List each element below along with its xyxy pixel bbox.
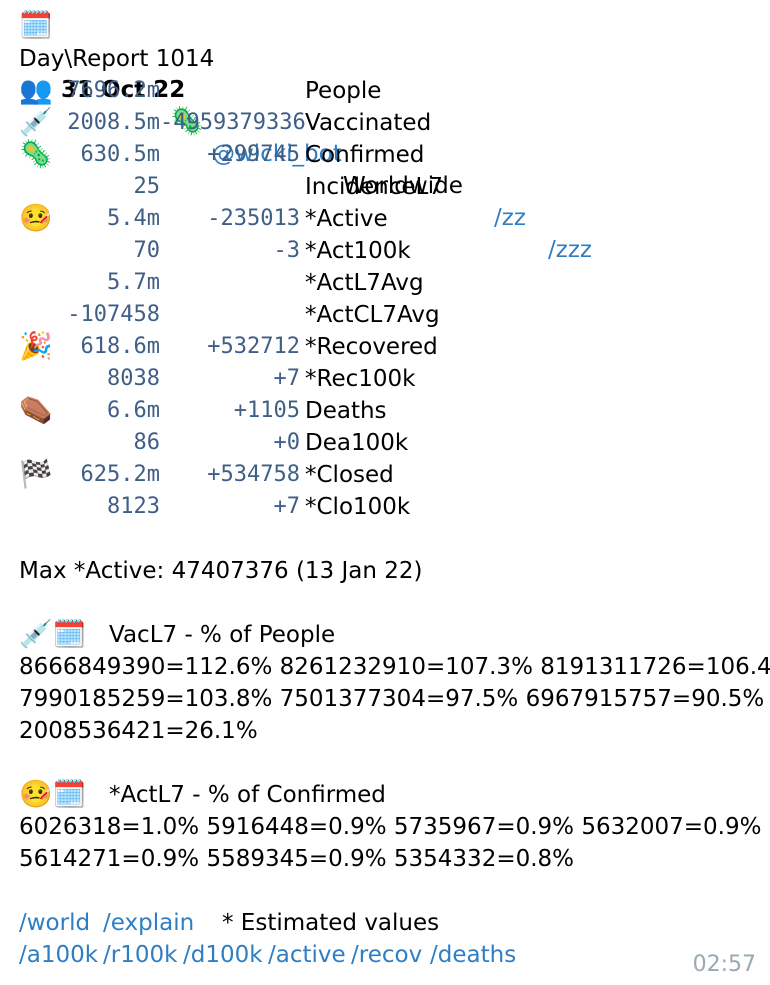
stat-total: 630.5m xyxy=(80,142,160,167)
stat-total: 625.2m xyxy=(80,462,160,487)
vac-line: 8666849390=112.6% 8261232910=107.3% 8191… xyxy=(19,654,770,680)
r100k-link[interactable]: /r100k xyxy=(103,939,177,971)
stat-row: -107458 *ActCL7Avg xyxy=(0,299,770,331)
stat-total: 8038 xyxy=(107,366,160,391)
vac-line: 7990185259=103.8% 7501377304=97.5% 69679… xyxy=(19,686,765,712)
estimated-note: * Estimated values xyxy=(222,910,440,936)
world-link[interactable]: /world xyxy=(19,907,90,939)
stat-row: 5.7m *ActL7Avg xyxy=(0,267,770,299)
recov-link[interactable]: /recov xyxy=(351,939,422,971)
stat-change: -235013 xyxy=(207,206,300,231)
stat-label: Deaths xyxy=(305,398,387,424)
stat-label: *Clo100k xyxy=(305,494,411,520)
stat-total: 5.7m xyxy=(107,270,160,295)
stat-total: 2008.5m xyxy=(67,110,160,135)
header-line: 🗓️ 31 Oct 22 🦠 @wicki_bot Worldwide /zz … xyxy=(0,10,592,263)
stat-change: +7 xyxy=(273,366,301,391)
stat-total: 70 xyxy=(133,238,161,263)
stat-row: 💉 2008.5m -4959379336 Vaccinated xyxy=(0,107,770,139)
active-link[interactable]: /active xyxy=(268,939,346,971)
stat-label: People xyxy=(305,78,382,104)
stat-row: 25 IncidenceL7 xyxy=(0,171,770,203)
stat-row: 86 +0 Dea100k xyxy=(0,427,770,459)
stat-label: Confirmed xyxy=(305,142,425,168)
stat-row: 👥 7696.2m People xyxy=(0,75,770,107)
stat-row: 70 -3 *Act100k xyxy=(0,235,770,267)
stat-label: IncidenceL7 xyxy=(305,174,443,200)
act-line: 5614271=0.9% 5589345=0.9% 5354332=0.8% xyxy=(19,846,575,872)
stat-total: 5.4m xyxy=(107,206,160,231)
calendar-icon: 🗓️ xyxy=(19,10,53,41)
stat-total: 25 xyxy=(133,174,161,199)
stat-total: 86 xyxy=(133,430,161,455)
stat-change: -3 xyxy=(273,238,301,263)
stat-label: Dea100k xyxy=(305,430,409,456)
act-section-icons: 🤒🗓️ xyxy=(19,779,87,810)
max-active: Max *Active: 47407376 (13 Jan 22) xyxy=(19,558,423,584)
stat-total: 6.6m xyxy=(107,398,160,423)
stat-total: 618.6m xyxy=(80,334,160,359)
stat-change: +0 xyxy=(273,430,301,455)
stat-change: +1105 xyxy=(233,398,300,423)
explain-link[interactable]: /explain xyxy=(103,907,194,939)
vac-section-title: VacL7 - % of People xyxy=(109,622,336,648)
stat-label: *Recovered xyxy=(305,334,438,360)
stat-label: Vaccinated xyxy=(305,110,432,136)
stat-change: -4959379336 xyxy=(160,110,306,135)
d100k-link[interactable]: /d100k xyxy=(183,939,263,971)
deaths-link[interactable]: /deaths xyxy=(430,939,516,971)
vac-line: 2008536421=26.1% xyxy=(19,718,258,744)
act-section-title: *ActL7 - % of Confirmed xyxy=(109,782,386,808)
stat-label: *Rec100k xyxy=(305,366,416,392)
stat-row: 🏁 625.2m +534758 *Closed xyxy=(0,459,770,491)
stat-row: 🤒 5.4m -235013 *Active xyxy=(0,203,770,235)
message-time: 02:57 xyxy=(692,952,756,977)
vac-section-icons: 💉🗓️ xyxy=(19,619,87,650)
stat-change: +532712 xyxy=(207,334,300,359)
stat-label: *Closed xyxy=(305,462,394,488)
act-line: 6026318=1.0% 5916448=0.9% 5735967=0.9% 5… xyxy=(19,814,762,840)
message-bubble: 🗓️ 31 Oct 22 🦠 @wicki_bot Worldwide /zz … xyxy=(0,0,770,985)
stat-row: 🎉 618.6m +532712 *Recovered xyxy=(0,331,770,363)
stat-row: 8038 +7 *Rec100k xyxy=(0,363,770,395)
stat-change: +534758 xyxy=(207,462,300,487)
stat-change: +299745 xyxy=(207,142,300,167)
stat-label: *ActL7Avg xyxy=(305,270,424,296)
stat-total: 8123 xyxy=(107,494,160,519)
stat-label: *ActCL7Avg xyxy=(305,302,440,328)
stat-label: *Act100k xyxy=(305,238,411,264)
stat-total: 7696.2m xyxy=(67,78,160,103)
a100k-link[interactable]: /a100k xyxy=(19,939,98,971)
stat-row: ⚰️ 6.6m +1105 Deaths xyxy=(0,395,770,427)
stat-change: +7 xyxy=(273,494,301,519)
stat-row: 🦠 630.5m +299745 Confirmed xyxy=(0,139,770,171)
stat-total: -107458 xyxy=(67,302,160,327)
report-number: Day\Report 1014 xyxy=(19,46,215,72)
stat-row: 8123 +7 *Clo100k xyxy=(0,491,770,523)
stat-label: *Active xyxy=(305,206,388,232)
